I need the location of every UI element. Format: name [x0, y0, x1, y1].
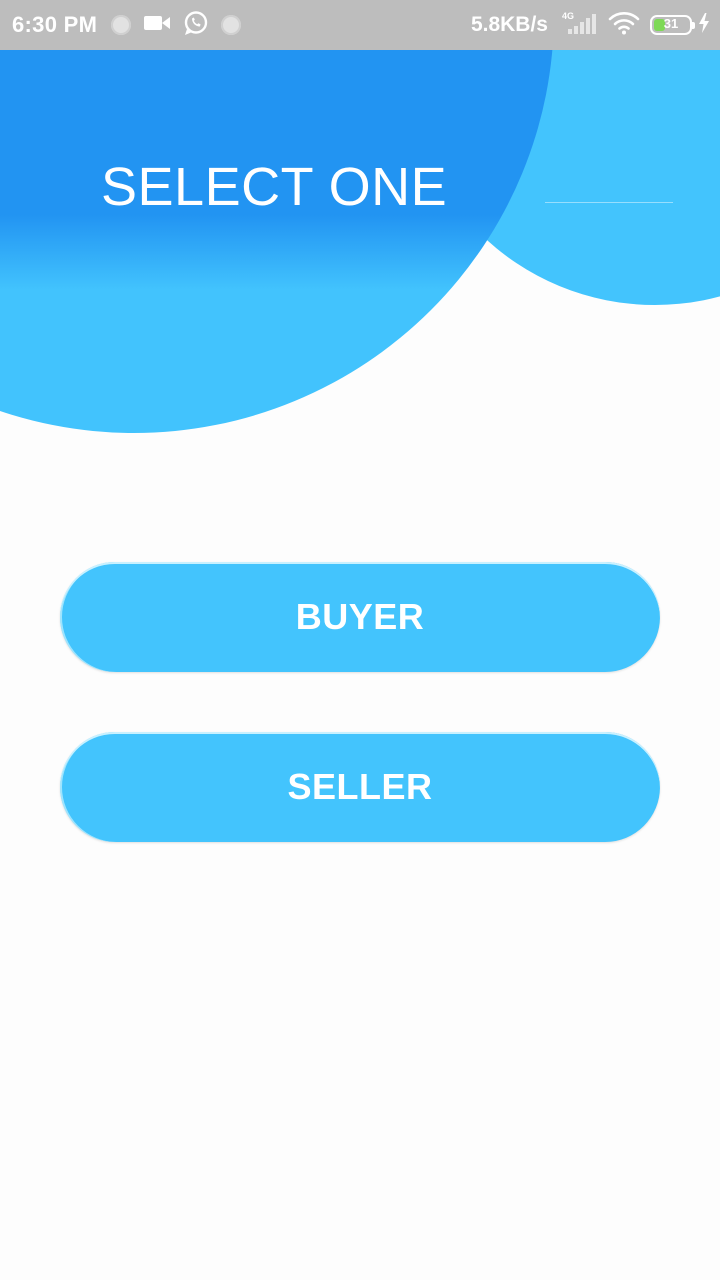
whatsapp-icon	[183, 10, 209, 41]
battery-tip	[692, 22, 695, 29]
header-divider	[545, 202, 673, 203]
buyer-button[interactable]: BUYER	[60, 562, 660, 672]
battery-icon: 31	[650, 15, 695, 35]
status-time: 6:30 PM	[12, 12, 98, 37]
status-bar-right: 5.8KB/s 4G 31	[471, 0, 710, 50]
notification-dot-icon	[221, 15, 242, 35]
video-camera-icon	[143, 13, 171, 38]
status-bar-left: 6:30 PM	[12, 0, 253, 50]
charging-bolt-icon	[698, 12, 710, 38]
wifi-icon	[608, 11, 640, 40]
network-speed: 5.8KB/s	[470, 13, 548, 36]
notification-dot-icon	[111, 15, 132, 35]
page-title: SELECT ONE	[101, 157, 448, 217]
seller-button[interactable]: SELLER	[60, 732, 660, 842]
status-bar: 6:30 PM 5.8KB/s 4G 31	[0, 0, 720, 50]
signal-icon: 4G	[560, 10, 598, 41]
role-select-screen: 6:30 PM 5.8KB/s 4G 31 SELECT ONE BUYER S…	[0, 0, 720, 1280]
battery-level: 31	[663, 16, 679, 31]
network-type-label: 4G	[562, 11, 574, 21]
